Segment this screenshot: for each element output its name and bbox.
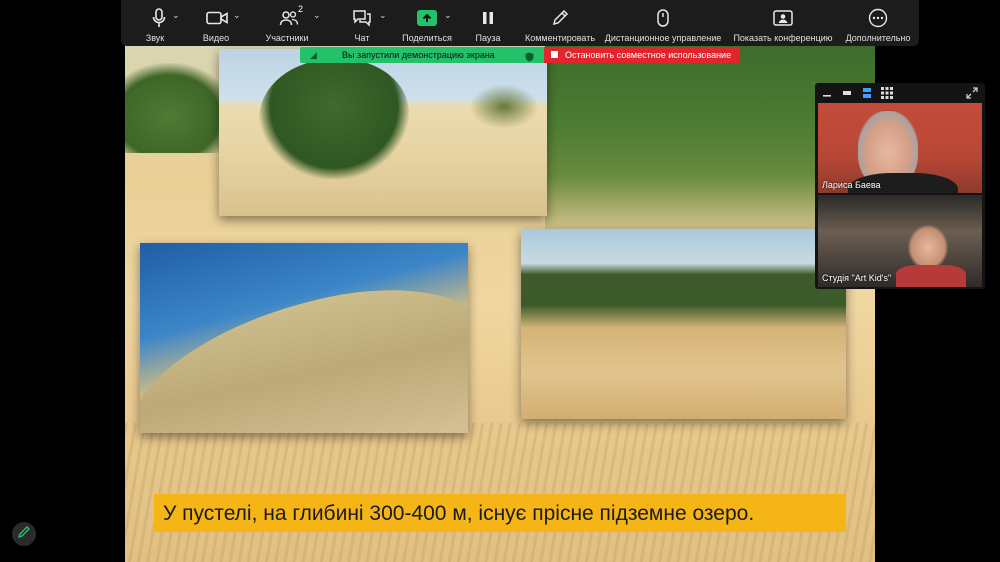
- shrub: [469, 84, 539, 129]
- share-screen-icon: [416, 8, 438, 28]
- participant-face: [908, 225, 948, 270]
- share-label: Поделиться: [402, 33, 452, 43]
- mouse-icon: [653, 8, 673, 28]
- audio-button[interactable]: ⌄ Звук: [141, 0, 191, 46]
- show-conference-label: Показать конференцию: [733, 33, 833, 43]
- sharing-status-text: Вы запустили демонстрацию экрана: [342, 50, 495, 60]
- pine-tree: [259, 59, 409, 179]
- audio-label: Звук: [145, 33, 165, 43]
- stop-sharing-label: Остановить совместное использование: [565, 50, 732, 60]
- annotate-button[interactable]: Комментировать: [521, 0, 601, 46]
- slide-caption-box: У пустелі, на глибині 300-400 м, існує п…: [154, 494, 846, 532]
- chevron-down-icon[interactable]: ⌄: [379, 10, 387, 21]
- single-view-icon[interactable]: [841, 86, 853, 100]
- participants-icon: [278, 8, 300, 28]
- slide-caption: У пустелі, на глибині 300-400 м, існує п…: [163, 502, 755, 525]
- photo-grass-dune: [140, 243, 468, 433]
- more-button[interactable]: Дополнительно: [841, 0, 915, 46]
- chat-label: Чат: [354, 33, 370, 43]
- chat-button[interactable]: ⌄ Чат: [349, 0, 399, 46]
- participant-name: Лариса Баева: [822, 180, 881, 190]
- video-panel: Лариса Баева Студія "Art Kid's": [815, 83, 985, 289]
- participants-count: 2: [298, 4, 304, 14]
- photo-desert-landscape: [521, 229, 846, 419]
- gallery-icon: [772, 8, 794, 28]
- signal-icon: ◢: [310, 50, 317, 60]
- remote-control-button[interactable]: Дистанционное управление: [601, 0, 725, 46]
- shared-slide: У пустелі, на глибині 300-400 м, існує п…: [125, 43, 875, 562]
- share-screen-button[interactable]: ⌄ Поделиться: [402, 0, 459, 46]
- chevron-down-icon[interactable]: ⌄: [172, 10, 180, 21]
- pencil-icon: [17, 525, 31, 544]
- microphone-icon: [149, 8, 169, 28]
- stop-sharing-button[interactable]: Остановить совместное использование: [544, 47, 740, 63]
- pause-icon: [478, 8, 498, 28]
- speaker-view-icon[interactable]: [861, 86, 873, 100]
- pause-label: Пауза: [475, 33, 501, 43]
- video-camera-icon: [205, 8, 229, 28]
- floating-annotate-button[interactable]: [12, 522, 36, 546]
- more-label: Дополнительно: [845, 33, 911, 43]
- participant-video-tile[interactable]: Студія "Art Kid's": [818, 195, 982, 287]
- expand-icon[interactable]: [965, 86, 979, 100]
- pause-button[interactable]: Пауза: [471, 0, 505, 46]
- background-grass: [125, 423, 875, 562]
- meeting-toolbar: ⌄ Звук ⌄ Видео 2 ⌄ Участники ⌄ Чат ⌄ Под…: [121, 0, 919, 46]
- video-button[interactable]: ⌄ Видео: [199, 0, 249, 46]
- shield-icon: [525, 49, 534, 62]
- stop-icon: [551, 51, 558, 58]
- more-icon: [867, 8, 889, 28]
- chat-icon: [351, 8, 373, 28]
- chevron-down-icon[interactable]: ⌄: [233, 10, 241, 21]
- participants-button[interactable]: 2 ⌄ Участники: [264, 0, 324, 46]
- chevron-down-icon[interactable]: ⌄: [444, 10, 452, 21]
- participant-video-tile[interactable]: Лариса Баева: [818, 103, 982, 193]
- participant-body: [896, 265, 966, 287]
- pencil-icon: [549, 8, 571, 28]
- grid-view-icon[interactable]: [881, 86, 893, 100]
- video-label: Видео: [202, 33, 230, 43]
- show-conference-button[interactable]: Показать конференцию: [731, 0, 835, 46]
- photo-pine-on-dune: [219, 49, 547, 216]
- chevron-down-icon[interactable]: ⌄: [313, 10, 321, 21]
- remote-control-label: Дистанционное управление: [604, 33, 722, 43]
- participants-label: Участники: [265, 33, 309, 43]
- annotate-label: Комментировать: [524, 33, 596, 43]
- minimize-icon[interactable]: [821, 86, 833, 100]
- participant-name: Студія "Art Kid's": [822, 273, 892, 283]
- dune: [140, 265, 468, 433]
- sharing-status-banner: ◢ Вы запустили демонстрацию экрана: [300, 47, 544, 63]
